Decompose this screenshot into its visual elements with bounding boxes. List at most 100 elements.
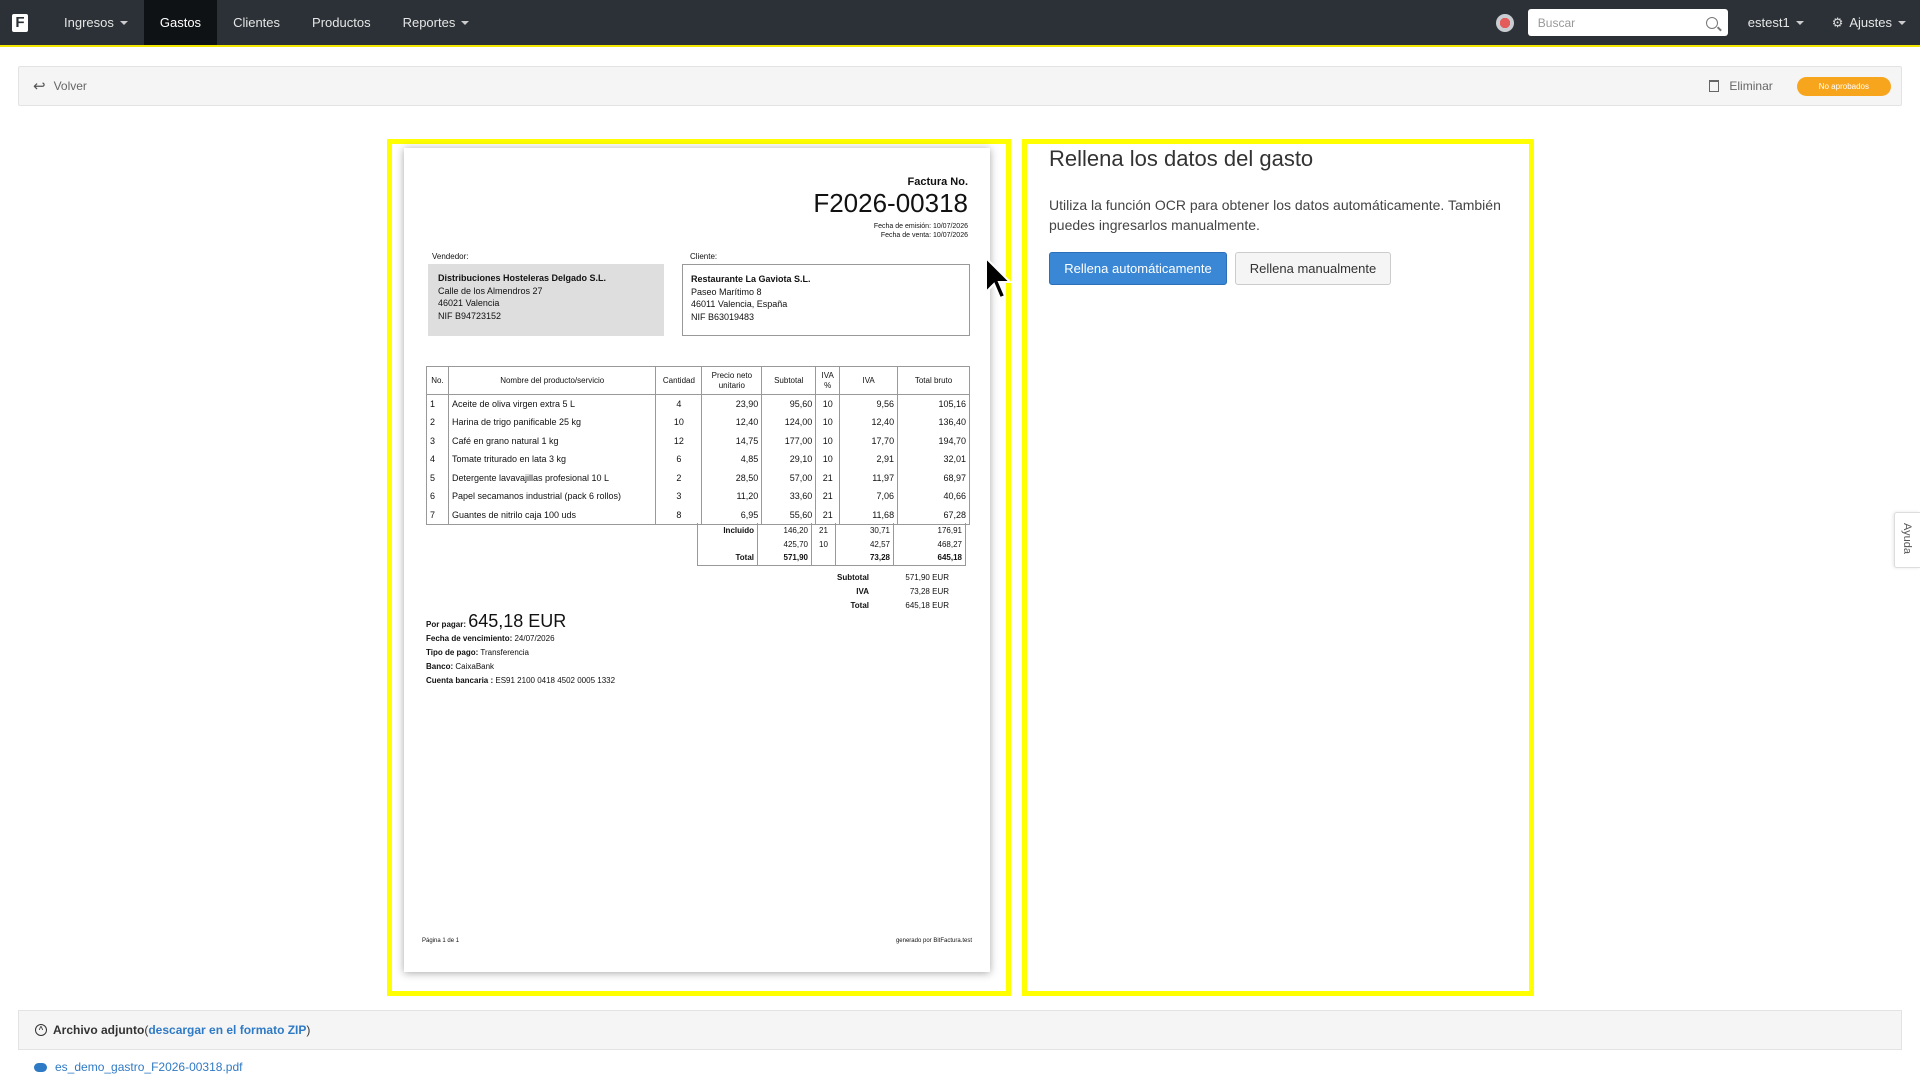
cell: 194,70 <box>897 431 970 450</box>
cell: 2 <box>655 468 703 487</box>
cell: 3 <box>655 487 703 506</box>
cell: 30,71 <box>835 523 894 537</box>
invoice-title-label: Factura No. <box>907 176 968 188</box>
nav-reportes[interactable]: Reportes <box>387 0 486 45</box>
cell: 176,91 <box>893 523 966 537</box>
cell: 29,10 <box>761 450 817 469</box>
settings-menu[interactable]: ⚙ Ajustes <box>1832 15 1906 31</box>
account-value: ES91 2100 0418 4502 0005 1332 <box>495 676 616 685</box>
sale-date: Fecha de venta: 10/07/2026 <box>880 232 968 239</box>
payment-type-value: Transferencia <box>480 648 529 657</box>
cell: 10 <box>815 394 841 413</box>
download-zip-link[interactable]: descargar en el formato ZIP <box>148 1023 306 1037</box>
cell: 12,40 <box>701 413 763 432</box>
column-header: IVA <box>839 366 899 395</box>
vendor-nif: NIF B94723152 <box>438 310 502 321</box>
app-logo[interactable]: F <box>12 13 28 32</box>
action-toolbar: ↩ Volver Eliminar No aprobados <box>18 66 1902 106</box>
back-label: Volver <box>53 79 87 93</box>
items-table: No. Nombre del producto/servicio Cantida… <box>426 366 970 525</box>
client-address: Paseo Marítimo 8 <box>691 286 762 297</box>
cell: 10 <box>815 431 841 450</box>
cell: 2,91 <box>839 450 899 469</box>
cell: 32,01 <box>897 450 970 469</box>
account-label: Cuenta bancaria : <box>426 676 494 685</box>
auto-fill-button[interactable]: Rellena automáticamente <box>1049 252 1227 285</box>
bank-line: Banco: CaixaBank <box>426 660 615 674</box>
summary-row: Total 571,90 73,28 645,18 <box>697 551 966 566</box>
chevron-down-icon <box>119 20 128 25</box>
search-input[interactable]: Buscar <box>1527 9 1728 36</box>
amount-due-label: Por pagar: <box>426 620 467 629</box>
nav-clientes[interactable]: Clientes <box>217 0 296 45</box>
cell: 1 <box>426 394 449 413</box>
search-placeholder: Buscar <box>1537 15 1576 30</box>
cell: 28,50 <box>701 468 763 487</box>
cell: Guantes de nitrilo caja 100 uds <box>447 505 657 525</box>
cell <box>811 551 836 566</box>
cell: Total <box>697 551 758 566</box>
cell: 4 <box>426 450 449 469</box>
cell: 11,20 <box>701 487 763 506</box>
cell: 21 <box>815 487 841 506</box>
help-tab[interactable]: Ayuda <box>1894 512 1920 568</box>
nav-ingresos[interactable]: Ingresos <box>48 0 144 45</box>
cell: 55,60 <box>761 505 817 525</box>
cell: 73,28 EUR <box>909 586 949 596</box>
cell: 68,97 <box>897 468 970 487</box>
mouse-cursor-icon <box>985 256 1013 300</box>
cell: 21 <box>815 468 841 487</box>
nav-productos[interactable]: Productos <box>296 0 387 45</box>
cell: 10 <box>815 450 841 469</box>
cell: 9,56 <box>839 394 899 413</box>
toolbar-right: Eliminar No aprobados <box>1709 67 1891 105</box>
amount-due-line: Por pagar: 645,18 EUR <box>426 612 615 632</box>
table-row: 2 Harina de trigo panificable 25 kg 10 1… <box>426 413 970 432</box>
attachment-header: ^ Archivo adjunto ( descargar en el form… <box>18 1010 1902 1050</box>
cloud-download-icon <box>34 1062 47 1072</box>
back-button[interactable]: ↩ Volver <box>33 77 87 95</box>
status-badge[interactable]: No aprobados <box>1796 76 1891 96</box>
cell: IVA <box>856 586 869 596</box>
client-label: Cliente: <box>690 252 718 261</box>
cell <box>697 537 758 551</box>
cell: 23,90 <box>701 394 763 413</box>
cell: 6,95 <box>701 505 763 525</box>
cell: 33,60 <box>761 487 817 506</box>
grand-row: IVA 73,28 EUR <box>834 584 952 598</box>
cell: 425,70 <box>757 537 812 551</box>
cell: 5 <box>426 468 449 487</box>
notification-icon[interactable] <box>1495 13 1514 32</box>
cell: 17,70 <box>839 431 899 450</box>
column-header: Total bruto <box>897 366 970 395</box>
collapse-up-icon[interactable]: ^ <box>35 1024 47 1036</box>
bank-value: CaixaBank <box>455 662 495 671</box>
cell: 136,40 <box>897 413 970 432</box>
cell: 95,60 <box>761 394 817 413</box>
cell: Incluido <box>697 523 758 537</box>
column-header: No. <box>426 366 449 395</box>
delete-button[interactable]: Eliminar <box>1709 79 1773 93</box>
cell: 11,97 <box>839 468 899 487</box>
cell: 7,06 <box>839 487 899 506</box>
cell: Café en grano natural 1 kg <box>447 431 657 450</box>
chevron-down-icon <box>1898 20 1906 25</box>
due-date-value: 24/07/2026 <box>514 634 555 643</box>
attachment-file-link[interactable]: es_demo_gastro_F2026-00318.pdf <box>34 1060 242 1074</box>
cell: 57,00 <box>761 468 817 487</box>
nav-gastos[interactable]: Gastos <box>143 0 218 45</box>
search-icon[interactable] <box>1705 16 1718 29</box>
cell: 3 <box>426 431 449 450</box>
user-menu[interactable]: estest1 <box>1748 15 1804 30</box>
manual-fill-button[interactable]: Rellena manualmente <box>1235 252 1391 285</box>
form-title: Rellena los datos del gasto <box>1049 146 1314 171</box>
page-indicator: Página 1 de 1 <box>422 938 460 944</box>
attachment-title: Archivo adjunto <box>53 1023 145 1037</box>
invoice-document: Factura No. F2026-00318 Fecha de emisión… <box>404 148 990 972</box>
vendor-box: Distribuciones Hosteleras Delgado S.L. C… <box>428 264 664 336</box>
nav-ingresos-label: Ingresos <box>64 15 114 30</box>
summary-row: Incluido 146,20 21 30,71 176,91 <box>697 523 966 537</box>
vendor-address: Calle de los Almendros 27 <box>438 285 543 296</box>
cell: 6 <box>655 450 703 469</box>
form-description: Utiliza la función OCR para obtener los … <box>1049 197 1501 233</box>
